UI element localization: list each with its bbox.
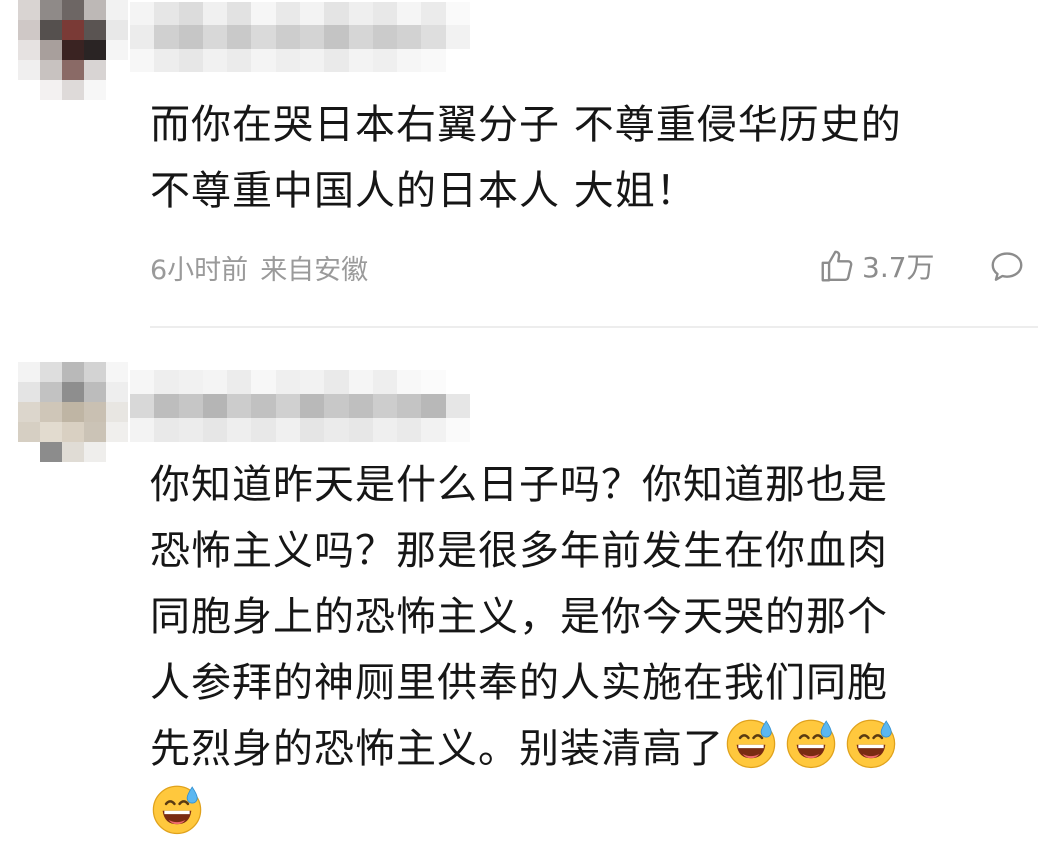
like-count: 3.7万 <box>862 251 935 284</box>
avatar[interactable] <box>18 0 128 100</box>
username[interactable] <box>130 370 470 442</box>
comment-line: 先烈身的恐怖主义。别装清高了 <box>150 726 724 772</box>
comment-line: 不尊重中国人的日本人 大姐！ <box>150 168 697 214</box>
divider <box>150 326 1038 328</box>
comment-location: 来自安徽 <box>260 255 369 286</box>
grinning-sweat-emoji <box>726 719 776 769</box>
thumbs-up-icon <box>821 250 853 282</box>
like-button[interactable]: 3.7万 <box>818 246 935 286</box>
comment-bubble-icon[interactable] <box>988 248 1026 286</box>
grinning-sweat-emoji <box>846 719 896 769</box>
avatar[interactable] <box>18 362 128 462</box>
emoji-group <box>150 785 210 838</box>
comment-line: 同胞身上的恐怖主义，是你今天哭的那个 <box>150 594 888 640</box>
comment-line: 人参拜的神厕里供奉的人实施在我们同胞 <box>150 660 888 706</box>
grinning-sweat-emoji <box>786 719 836 769</box>
comment-text: 你知道昨天是什么日子吗？你知道那也是 恐怖主义吗？那是很多年前发生在你血肉 同胞身上… <box>150 452 904 848</box>
comment-meta: 6小时前 来自安徽 <box>150 248 368 287</box>
comment-line: 你知道昨天是什么日子吗？你知道那也是 <box>150 462 888 508</box>
emoji-group <box>724 719 904 772</box>
comment-time: 6小时前 <box>150 255 249 286</box>
comment-line: 恐怖主义吗？那是很多年前发生在你血肉 <box>150 528 888 574</box>
comment-line: 而你在哭日本右翼分子 不尊重侵华历史的 <box>150 102 902 148</box>
comment-text: 而你在哭日本右翼分子 不尊重侵华历史的 不尊重中国人的日本人 大姐！ <box>150 92 902 224</box>
username[interactable] <box>130 2 470 72</box>
grinning-sweat-emoji <box>152 785 202 835</box>
